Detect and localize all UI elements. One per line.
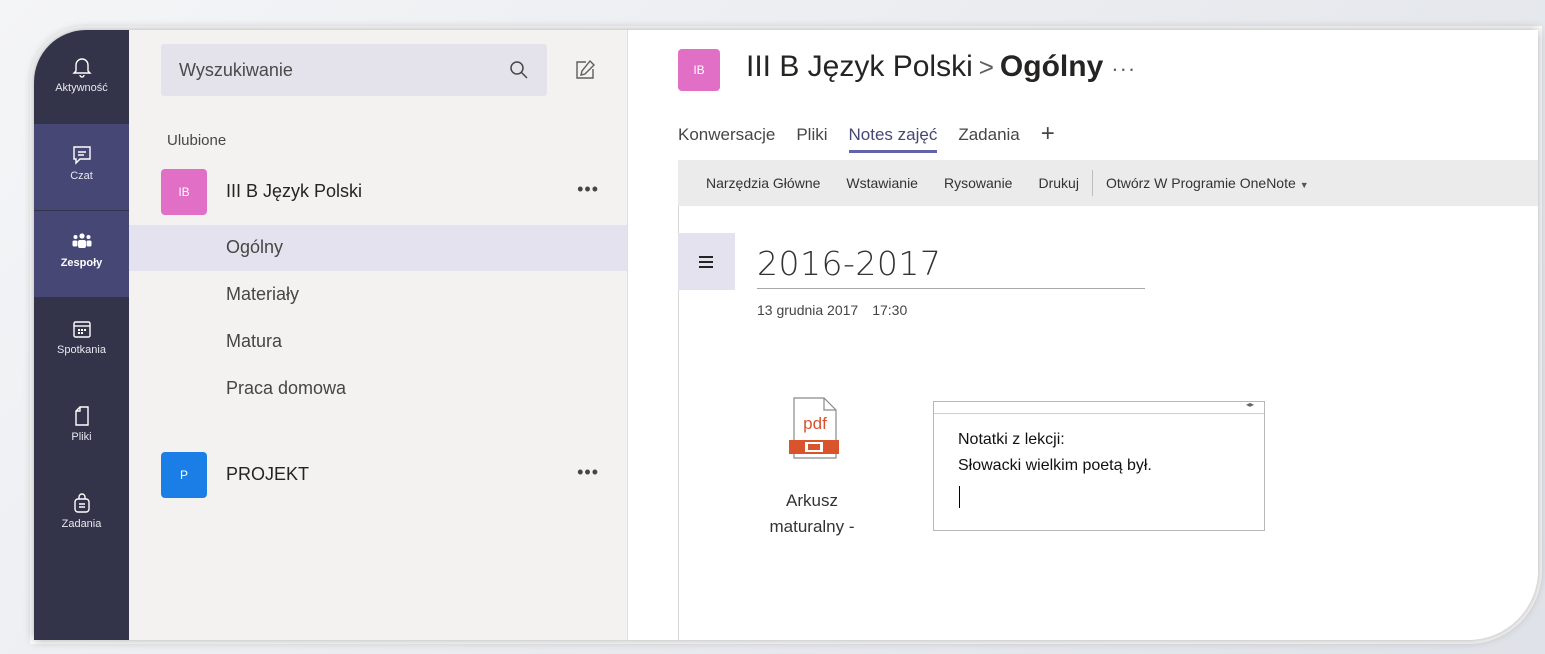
favorites-heading: Ulubione xyxy=(167,132,227,149)
channel-more-icon[interactable]: ··· xyxy=(1111,56,1136,81)
rail-item-meetings[interactable]: Spotkania xyxy=(34,298,129,384)
attachment-name-line2: maturalny - xyxy=(769,517,855,536)
rail-label: Pliki xyxy=(71,431,92,443)
more-options-icon[interactable]: ••• xyxy=(577,462,599,483)
tab-zadania[interactable]: Zadania xyxy=(958,125,1019,153)
ribbon-draw[interactable]: Rysowanie xyxy=(931,175,1025,191)
team-name: III B Język Polski xyxy=(226,181,363,201)
open-in-onenote-button[interactable]: Otwórz W Programie OneNote ▼ xyxy=(1093,175,1322,191)
note-text-line[interactable]: Notatki z lekcji: xyxy=(958,431,1065,449)
bell-icon xyxy=(71,58,92,78)
rail-item-teams[interactable]: Zespoły xyxy=(34,211,129,297)
team-avatar: IB xyxy=(161,169,207,215)
note-container[interactable]: ◂▸ Notatki z lekcji: Słowacki wielkim po… xyxy=(933,400,1265,531)
page-timestamp: 13 grudnia 2017 17:30 xyxy=(757,302,907,318)
channel-label: Matura xyxy=(226,331,283,351)
note-page-canvas[interactable]: 2016-2017 13 grudnia 2017 17:30 pdf Arkus… xyxy=(678,206,1538,640)
calendar-icon xyxy=(72,321,91,338)
add-tab-icon[interactable]: + xyxy=(1041,122,1055,146)
rail-item-files[interactable]: Pliki xyxy=(34,385,129,471)
channel-label: Ogólny xyxy=(226,237,284,257)
more-options-icon[interactable]: ••• xyxy=(577,179,599,200)
open-in-onenote-label: Otwórz W Programie OneNote xyxy=(1105,175,1296,191)
header-team-name[interactable]: III B Język Polski xyxy=(746,50,973,83)
rail-label: Aktywność xyxy=(55,82,108,94)
ribbon-home[interactable]: Narzędzia Główne xyxy=(678,175,833,191)
ribbon-insert[interactable]: Wstawianie xyxy=(833,175,931,191)
rail-item-assignments[interactable]: Zadania xyxy=(34,472,129,558)
rail-label: Zespoły xyxy=(60,257,103,269)
tab-pliki[interactable]: Pliki xyxy=(796,125,827,153)
rail-label: Zadania xyxy=(61,518,102,530)
rail-item-chat[interactable]: Czat xyxy=(34,124,129,210)
search-icon[interactable] xyxy=(509,60,529,80)
channel-item-materialy[interactable]: Materiały xyxy=(129,272,627,318)
app-rail: Aktywność Czat Zespoły Spotkania Pliki Z… xyxy=(34,30,129,640)
team-name: PROJEKT xyxy=(226,464,310,484)
attachment-name: Arkusz maturalny - xyxy=(757,488,867,540)
outer-frame: Aktywność Czat Zespoły Spotkania Pliki Z… xyxy=(0,0,1545,654)
note-container-handle[interactable]: ◂▸ xyxy=(934,400,1264,414)
channel-label: Materiały xyxy=(226,284,300,304)
channel-item-praca-domowa[interactable]: Praca domowa xyxy=(129,366,627,412)
pdf-type-label: pdf xyxy=(803,414,827,433)
page-time: 17:30 xyxy=(872,302,908,318)
channel-tabs: Konwersacje Pliki Notes zajęć Zadania + xyxy=(678,122,1055,159)
chevron-down-icon: ▼ xyxy=(1299,180,1309,190)
channel-item-matura[interactable]: Matura xyxy=(129,319,627,365)
resize-handle-icon[interactable]: ◂▸ xyxy=(1246,400,1254,409)
header-channel-name: Ogólny xyxy=(999,50,1104,83)
onenote-ribbon: Narzędzia Główne Wstawianie Rysowanie Dr… xyxy=(678,160,1538,206)
note-text-line[interactable]: Słowacki wielkim poetą był. xyxy=(958,457,1152,475)
title-underline xyxy=(757,288,1145,289)
ribbon-print[interactable]: Drukuj xyxy=(1025,175,1091,191)
page-nav-toggle[interactable] xyxy=(678,233,735,290)
hamburger-icon xyxy=(698,255,713,268)
compose-icon[interactable] xyxy=(573,58,597,82)
pdf-attachment[interactable]: pdf Arkusz maturalny - xyxy=(757,396,867,566)
breadcrumb-separator: > xyxy=(978,52,994,82)
page-title[interactable]: 2016-2017 xyxy=(757,244,941,283)
rail-label: Spotkania xyxy=(57,344,106,356)
main-content: IB III B Język Polski > Ogólny ··· Konwersa… xyxy=(628,30,1538,640)
team-avatar: P xyxy=(161,452,207,498)
rail-item-activity[interactable]: Aktywność xyxy=(34,56,129,134)
channel-avatar: IB xyxy=(678,49,720,91)
tab-konwersacje[interactable]: Konwersacje xyxy=(678,125,775,153)
attachment-name-line1: Arkusz xyxy=(786,491,838,510)
search-box[interactable]: Wyszukiwanie xyxy=(161,44,547,96)
chat-icon xyxy=(72,146,91,165)
team-item-projekt[interactable]: P PROJEKT ••• xyxy=(129,452,627,498)
assignments-icon xyxy=(73,493,90,513)
page-date: 13 grudnia 2017 xyxy=(757,302,859,318)
tab-notes-zajec[interactable]: Notes zajęć xyxy=(848,125,937,153)
teams-icon xyxy=(72,233,91,248)
team-item-iii-b[interactable]: IB III B Język Polski ••• xyxy=(129,169,627,215)
file-icon xyxy=(74,406,89,426)
text-cursor xyxy=(959,486,960,508)
teams-list-panel: Wyszukiwanie Ulubione IB III B Język Pol… xyxy=(129,30,628,640)
teams-window: Aktywność Czat Zespoły Spotkania Pliki Z… xyxy=(34,30,1538,640)
channel-header: III B Język Polski > Ogólny ··· xyxy=(746,50,1136,84)
search-input[interactable]: Wyszukiwanie xyxy=(179,60,509,81)
channel-item-ogolny[interactable]: Ogólny xyxy=(129,225,627,271)
rail-label: Czat xyxy=(70,170,93,182)
channel-label: Praca domowa xyxy=(226,378,347,398)
